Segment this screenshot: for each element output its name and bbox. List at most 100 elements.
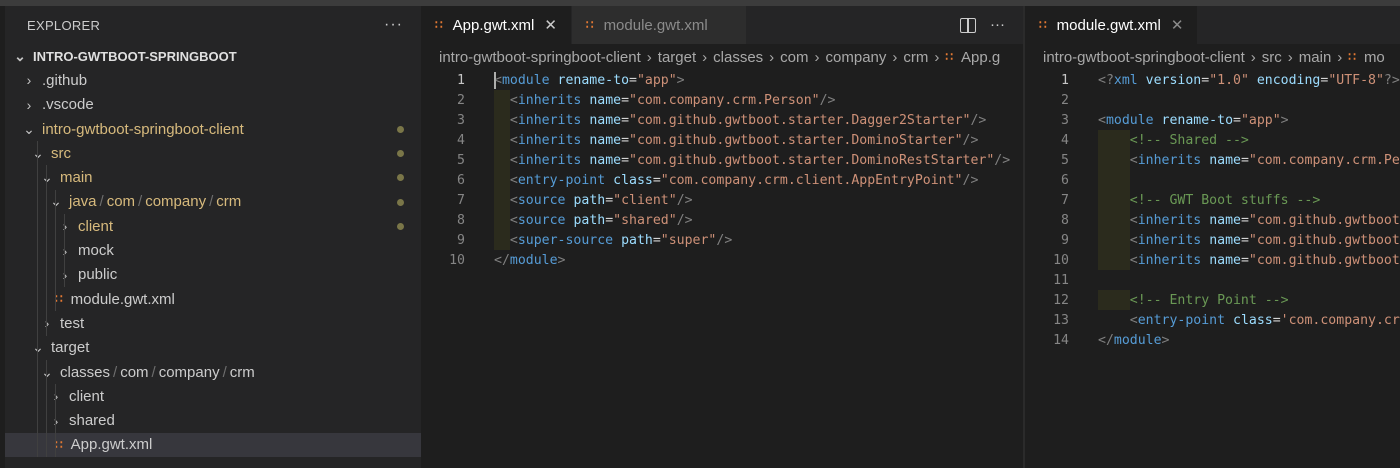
code-line: 7 <source path="client"/> [421, 190, 1023, 210]
breadcrumb-item[interactable]: classes [713, 49, 763, 66]
tree-folder[interactable]: › .vscode [5, 93, 421, 117]
chevron-right-icon: › [40, 315, 54, 331]
xml-file-icon: ∷ [585, 18, 594, 32]
tree-folder[interactable]: ⌄ target [5, 335, 421, 360]
more-actions-icon[interactable]: ··· [384, 16, 403, 34]
tab-bar: ∷ module.gwt.xml ✕ [1025, 6, 1400, 44]
split-editor-icon[interactable] [960, 18, 976, 33]
tab-label: App.gwt.xml [452, 16, 535, 34]
indent-guide [46, 408, 47, 433]
tab-module-gwt-xml[interactable]: ∷ module.gwt.xml ✕ [1025, 6, 1199, 44]
tree-folder[interactable]: › .github [5, 68, 421, 92]
indent-guide [55, 432, 56, 458]
indent-guide [46, 311, 47, 336]
chevron-right-icon: › [892, 48, 898, 66]
code-line: 9 <super-source path="super"/> [421, 230, 1023, 250]
close-icon[interactable]: ✕ [544, 16, 557, 34]
breadcrumb-item[interactable]: intro-gwtboot-springboot-client [439, 49, 641, 66]
tree-file[interactable]: ∷ App.gwt.xml [5, 432, 421, 458]
indent-guide [37, 335, 38, 360]
line-number: 9 [457, 232, 465, 248]
breadcrumb-item[interactable]: company [826, 49, 887, 66]
tree-item-label: .vscode [42, 96, 94, 114]
line-number: 2 [1061, 92, 1069, 108]
breadcrumb-item[interactable]: intro-gwtboot-springboot-client [1043, 49, 1245, 66]
close-icon[interactable]: ✕ [1171, 16, 1184, 34]
xml-file-icon: ∷ [1039, 18, 1047, 32]
breadcrumb-item[interactable]: src [1262, 49, 1282, 66]
tree-item-label: public [78, 266, 118, 284]
indent-guide [64, 238, 65, 263]
more-actions-icon[interactable]: ··· [990, 16, 1005, 33]
tree-root-folder[interactable]: ⌄ INTRO-GWTBOOT-SPRINGBOOT [5, 44, 421, 68]
tree-folder[interactable]: › mock [5, 238, 421, 263]
indent-guide [55, 238, 56, 263]
file-tree: › .github › .vscode ⌄ intro-gwtboot-springboo… [5, 68, 421, 458]
tree-folder[interactable]: ⌄ classes/com/company/crm [5, 359, 421, 385]
chevron-right-icon: › [646, 48, 652, 66]
tree-folder[interactable]: › client [5, 384, 421, 409]
tree-folder[interactable]: ⌄ java/com/company/crm [5, 189, 421, 215]
tree-folder[interactable]: › test [5, 311, 421, 336]
editor-group-left: ∷ App.gwt.xml ✕ ∷ module.gwt.xml ··· intro-gw… [421, 6, 1023, 468]
breadcrumb: intro-gwtboot-springboot-client › target › c… [421, 44, 1023, 70]
code-line: 3 <inherits name="com.github.gwtboot.sta… [421, 110, 1023, 130]
chevron-right-icon: › [814, 48, 820, 66]
tab-App-gwt-xml[interactable]: ∷ App.gwt.xml ✕ [421, 6, 572, 44]
tree-folder[interactable]: › shared [5, 408, 421, 433]
indent-guide [37, 408, 38, 433]
tree-item-label: client [69, 387, 105, 405]
indent-guide [37, 359, 38, 385]
code-line: 6 <entry-point class="com.company.crm.cl… [421, 170, 1023, 190]
line-number: 3 [1061, 112, 1069, 128]
chevron-right-icon: › [1250, 48, 1256, 66]
tree-folder[interactable]: › client [5, 214, 421, 239]
breadcrumb-item[interactable]: mo [1364, 49, 1385, 66]
line-number: 9 [1061, 232, 1069, 248]
breadcrumb-item[interactable]: App.g [961, 49, 1000, 66]
tree-item-label: intro-gwtboot-springboot-client [42, 120, 244, 138]
code-line: 4 <!-- Shared --> [1025, 130, 1400, 150]
indent-guide [55, 262, 56, 287]
code-line: 5 <inherits name="com.company.crm.Pe [1025, 150, 1400, 170]
chevron-right-icon: › [26, 72, 32, 89]
code-line: 4 <inherits name="com.github.gwtboot.sta… [421, 130, 1023, 150]
breadcrumb-item[interactable]: main [1299, 49, 1332, 66]
breadcrumb-item[interactable]: crm [903, 49, 928, 66]
modified-indicator [397, 150, 404, 158]
explorer-title: EXPLORER [27, 17, 101, 33]
tab-bar: ∷ App.gwt.xml ✕ ∷ module.gwt.xml ··· [421, 6, 1023, 44]
tree-folder[interactable]: ⌄ src [5, 141, 421, 166]
tree-file[interactable]: ∷ module.gwt.xml [5, 286, 421, 312]
indent-guide [37, 165, 38, 190]
code-editor[interactable]: 1 <module rename-to="app"> 2 <inherits nam… [421, 70, 1023, 270]
code-line: 5 <inherits name="com.github.gwtboot.sta… [421, 150, 1023, 170]
breadcrumb-item[interactable]: com [780, 49, 808, 66]
indent-guide [37, 238, 38, 263]
chevron-right-icon: › [1337, 48, 1343, 66]
tree-folder[interactable]: ⌄ intro-gwtboot-springboot-client [5, 117, 421, 141]
code-line: 2 [1025, 90, 1400, 110]
line-number: 14 [1053, 332, 1069, 348]
tree-item-label: shared [69, 412, 115, 430]
line-number: 11 [1053, 272, 1069, 288]
indent-guide [37, 141, 38, 166]
line-number: 1 [1061, 72, 1069, 88]
tree-item-label: classes / com / company / crm [60, 363, 255, 381]
text-cursor [494, 72, 496, 89]
code-editor[interactable]: 1 <?xml version="1.0" encoding="UTF-8"?> 2… [1025, 70, 1400, 350]
xml-file-icon: ∷ [435, 18, 443, 32]
code-line: 12 <!-- Entry Point --> [1025, 290, 1400, 310]
chevron-right-icon: › [702, 48, 708, 66]
indent-guide [37, 262, 38, 287]
indent-guide [64, 214, 65, 239]
breadcrumb-item[interactable]: target [658, 49, 696, 66]
tab-module-gwt-xml[interactable]: ∷ module.gwt.xml [571, 6, 747, 44]
tree-folder[interactable]: › public [5, 262, 421, 287]
chevron-down-icon: ⌄ [40, 364, 54, 381]
tree-folder[interactable]: ⌄ main [5, 165, 421, 190]
chevron-down-icon: ⌄ [14, 47, 26, 64]
indent-guide [46, 165, 47, 190]
indent-guide [37, 432, 38, 458]
tree-item-label: .github [42, 71, 88, 89]
